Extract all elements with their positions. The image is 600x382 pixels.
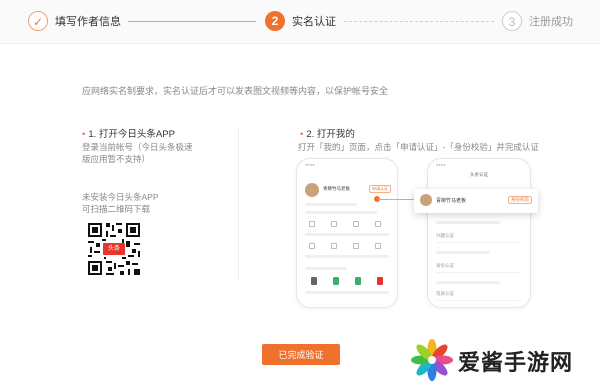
menu-icon xyxy=(309,243,315,249)
section-title-text: 2. 打开我的 xyxy=(306,129,355,140)
verify-page-header: 头条认证 xyxy=(470,172,488,177)
app-card-icon xyxy=(377,277,383,285)
profile-name: 青柳竹马老板 xyxy=(323,186,350,191)
menu-icon xyxy=(353,221,359,227)
placeholder-line xyxy=(305,203,357,206)
menu-icon xyxy=(375,221,381,227)
watermark-flower-logo xyxy=(411,339,453,381)
verify-item-label: 兴趣认证 xyxy=(436,233,454,238)
step-label: 注册成功 xyxy=(529,16,573,28)
step-connector xyxy=(344,21,494,22)
menu-icon xyxy=(353,243,359,249)
avatar xyxy=(420,194,432,206)
menu-icon xyxy=(375,243,381,249)
verify-list-item: 资质认证 xyxy=(436,287,522,301)
placeholder-line xyxy=(305,211,377,214)
scan-hint: 可扫描二维码下载 xyxy=(82,204,151,214)
verification-done-button[interactable]: 已完成验证 xyxy=(262,344,340,365)
placeholder-line xyxy=(305,233,389,236)
apply-verify-tag: 申请认证 xyxy=(369,185,391,193)
app-card-icon xyxy=(311,277,317,285)
step-label: 实名认证 xyxy=(292,16,336,28)
menu-icon xyxy=(331,221,337,227)
progress-stepper: ✓ 填写作者信息 2 实名认证 3 注册成功 xyxy=(0,0,600,44)
placeholder-line xyxy=(436,281,500,284)
verify-item-label: 资质认证 xyxy=(436,291,454,296)
step-number: 2 xyxy=(265,11,285,31)
phone-status-bar: ●●●● xyxy=(436,162,446,167)
install-hint: 未安装今日头条APP xyxy=(82,192,159,202)
watermark-text: 爱酱手游网 xyxy=(458,350,574,375)
section-title-text: 1. 打开今日头条APP xyxy=(88,129,175,140)
verification-steps-hint: 打开「我的」页面，点击「申请认证」-「身份校验」并完成认证 xyxy=(298,142,539,152)
column-divider xyxy=(238,128,239,280)
verify-item-label: 身份认证 xyxy=(436,263,454,268)
avatar xyxy=(305,183,319,197)
phone-mockup-mine: ●●●● 青柳竹马老板 申请认证 xyxy=(296,158,398,308)
section-title-open-mine: • 2. 打开我的 xyxy=(300,129,355,140)
verify-list-item: 兴趣认证 xyxy=(436,229,522,243)
step-label: 填写作者信息 xyxy=(55,16,121,28)
verify-list-item: 身份认证 xyxy=(436,259,522,273)
step-connector xyxy=(128,21,256,22)
callout-name: 青柳竹马老板 xyxy=(436,198,467,204)
section-title-open-app: • 1. 打开今日头条APP xyxy=(82,129,175,140)
placeholder-line xyxy=(305,267,347,270)
login-hint: 登录当前帐号（今日头条极速版应用暂不支持） xyxy=(82,142,193,164)
notice-text: 应网络实名制要求，实名认证后才可以发表图文视频等内容，以保护帐号安全 xyxy=(82,86,389,96)
menu-icon xyxy=(331,243,337,249)
check-icon: ✓ xyxy=(28,11,48,31)
placeholder-line xyxy=(436,251,490,254)
app-card-icon xyxy=(333,277,339,285)
qr-logo-badge: 头条 xyxy=(103,243,125,255)
identity-check-callout: 青柳竹马老板 身份校验 xyxy=(414,189,538,213)
placeholder-line xyxy=(436,221,500,224)
identity-check-tag: 身份校验 xyxy=(508,196,532,204)
pointer-line xyxy=(378,199,414,200)
phone-mockup-verify: ●●●● 头条认证 兴趣认证 身份认证 资质认证 xyxy=(427,158,531,308)
step-number: 3 xyxy=(502,11,522,31)
placeholder-line xyxy=(305,255,389,258)
menu-icon xyxy=(309,221,315,227)
placeholder-line xyxy=(305,291,389,294)
phone-status-bar: ●●●● xyxy=(305,162,315,167)
app-card-icon xyxy=(355,277,361,285)
